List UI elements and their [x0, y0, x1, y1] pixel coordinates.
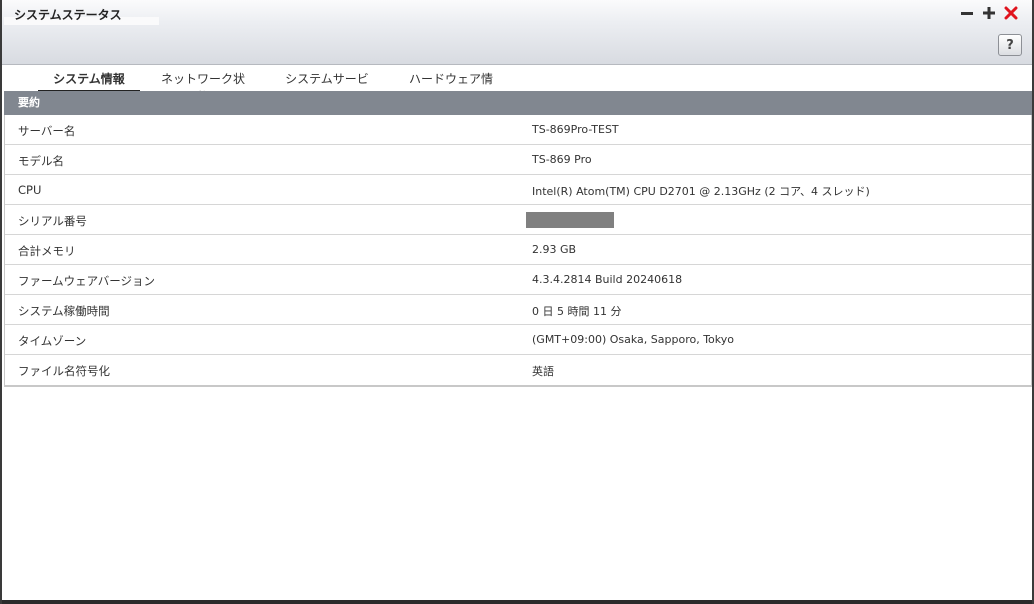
redacted-serial-number: [526, 212, 614, 228]
table-row: モデル名 TS-869 Pro: [5, 145, 1031, 175]
table-row: 合計メモリ 2.93 GB: [5, 235, 1031, 265]
help-button[interactable]: ?: [998, 34, 1022, 56]
table-row: サーバー名 TS-869Pro-TEST: [5, 115, 1031, 145]
system-status-window: システムステータス ? システム情報 ネットワーク状態 システムサービス ハード…: [0, 0, 1034, 604]
tab-system-info[interactable]: システム情報: [38, 70, 140, 92]
row-label: シリアル番号: [18, 214, 87, 228]
row-label: ファイル名符号化: [18, 364, 110, 378]
title-bar[interactable]: システムステータス ?: [2, 0, 1032, 65]
row-label: タイムゾーン: [18, 334, 87, 348]
row-label: CPU: [18, 183, 42, 197]
table-row: CPU Intel(R) Atom(TM) CPU D2701 @ 2.13GH…: [5, 175, 1031, 205]
minimize-button[interactable]: [958, 4, 976, 22]
table-row: ファイル名符号化 英語: [5, 355, 1031, 385]
table-row: タイムゾーン (GMT+09:00) Osaka, Sapporo, Tokyo: [5, 325, 1031, 355]
row-value: (GMT+09:00) Osaka, Sapporo, Tokyo: [532, 333, 734, 346]
tab-hardware-info[interactable]: ハードウェア情報: [404, 70, 498, 104]
close-icon: [1004, 6, 1018, 20]
plus-icon: [983, 7, 995, 19]
maximize-button[interactable]: [980, 4, 998, 22]
row-value: 2.93 GB: [532, 243, 577, 256]
tab-system-services[interactable]: システムサービス: [280, 70, 374, 104]
row-value: 0 日 5 時間 11 分: [532, 305, 622, 318]
row-label: ファームウェアバージョン: [18, 274, 155, 288]
row-label: システム稼働時間: [18, 304, 110, 318]
row-label: 合計メモリ: [18, 244, 76, 258]
window-title: システムステータス: [14, 8, 122, 22]
tab-network-status[interactable]: ネットワーク状態: [156, 70, 250, 104]
minimize-icon: [961, 12, 973, 15]
table-row: ファームウェアバージョン 4.3.4.2814 Build 20240618: [5, 265, 1031, 295]
summary-table: サーバー名 TS-869Pro-TEST モデル名 TS-869 Pro CPU…: [4, 115, 1032, 387]
tab-bar: システム情報 ネットワーク状態 システムサービス ハードウェア情報: [2, 66, 1032, 104]
row-label: サーバー名: [18, 124, 76, 138]
close-button[interactable]: [1002, 4, 1020, 22]
section-header-summary: 要約: [4, 91, 1032, 115]
window-bottom-edge: [2, 600, 1032, 604]
table-row: シリアル番号: [5, 205, 1031, 235]
row-value: 4.3.4.2814 Build 20240618: [532, 273, 683, 286]
row-value: Intel(R) Atom(TM) CPU D2701 @ 2.13GHz (2…: [532, 185, 870, 198]
row-value: 英語: [532, 365, 554, 378]
row-value: TS-869 Pro: [532, 153, 592, 166]
table-row: システム稼働時間 0 日 5 時間 11 分: [5, 295, 1031, 325]
row-value: TS-869Pro-TEST: [532, 123, 619, 136]
row-label: モデル名: [18, 154, 64, 168]
